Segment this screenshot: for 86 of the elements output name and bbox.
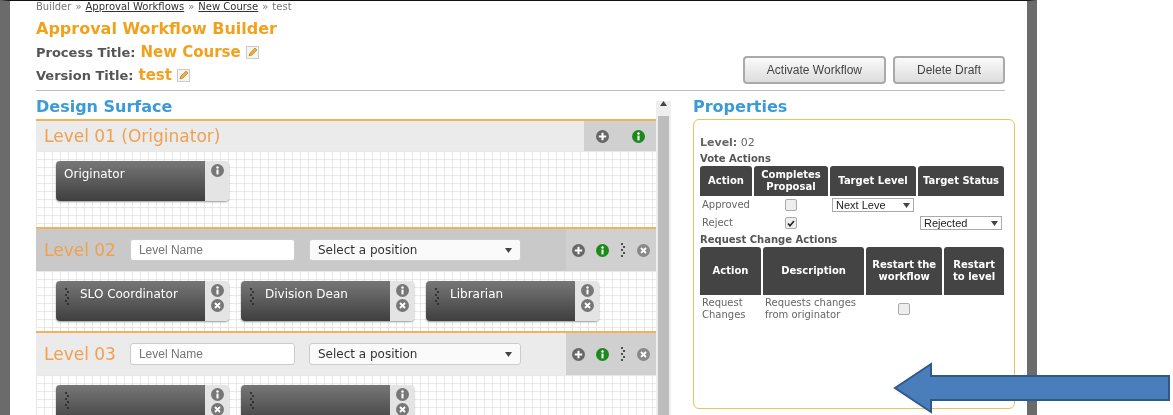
process-title-label: Process Title: [36,44,136,60]
caret-icon [991,220,998,226]
toolbar-button[interactable]: Delete Draft [892,56,1005,84]
page-title: Approval Workflow Builder [36,19,278,38]
action-cell-text: Reject [701,216,734,230]
level-title: Level 02 [44,240,116,260]
level-header[interactable]: Level 02 Level Name Select a position [36,229,656,271]
level-info: Level: 02 [700,136,756,149]
breadcrumb-text: test [272,1,292,13]
drag-handle-icon[interactable] [620,242,627,258]
breadcrumb-link[interactable]: Approval Workflows [85,1,185,13]
column-header: Action [700,247,762,295]
target-status-dropdown[interactable]: Rejected [920,216,1002,230]
close-icon[interactable] [395,299,409,312]
level-title: Level 03 [44,344,116,364]
add-icon[interactable] [571,347,585,361]
properties-heading: Properties [693,97,789,116]
drag-handle-icon[interactable] [620,346,627,362]
drag-handle-icon[interactable] [64,287,70,307]
section-title: Vote Actions [700,153,772,164]
column-header: Completes Proposal [753,166,828,196]
info-icon[interactable] [580,284,594,297]
action-cell-text: Request Changes [701,296,747,322]
level-name-field[interactable]: Level Name [129,343,295,365]
position-card[interactable] [56,385,229,415]
scroll-up-icon [660,101,667,106]
description-cell-text: Requests changes from originator [764,296,858,322]
caret-icon [504,351,512,357]
position-name: Librarian [450,287,504,301]
close-icon[interactable] [637,243,651,257]
drag-handle-icon[interactable] [64,391,70,411]
process-title-value: New Course [140,43,241,61]
checkbox[interactable] [785,199,797,211]
position-name: SLO Coordinator [80,287,178,301]
info-icon[interactable] [595,347,609,361]
info-icon[interactable] [210,164,224,177]
toolbar-button[interactable]: Activate Workflow [742,56,886,84]
caret-icon [903,202,910,208]
column-header: Restart to level [944,247,1004,295]
drag-handle-icon[interactable] [249,287,255,307]
close-icon[interactable] [580,299,594,312]
checkbox[interactable] [898,303,911,315]
check-icon [787,219,795,227]
column-header: Action [700,166,752,196]
position-select[interactable]: Select a position [308,239,521,261]
info-icon[interactable] [210,284,224,297]
drag-handle-icon[interactable] [434,287,440,307]
target-level-dropdown[interactable]: Next Leve [832,198,914,212]
column-header: Description [763,247,865,295]
checkbox[interactable] [785,217,797,229]
pencil-icon[interactable] [245,45,259,59]
info-icon[interactable] [395,388,409,401]
position-name: Division Dean [265,287,348,301]
breadcrumb-separator: » [75,1,82,13]
close-icon[interactable] [210,299,224,312]
scrollbar[interactable] [656,101,671,415]
version-title-label: Version Title: [36,67,134,83]
info-icon[interactable] [395,284,409,297]
breadcrumb-separator: » [262,1,269,13]
column-header: Target Level [830,166,916,196]
position-select[interactable]: Select a position [308,343,521,365]
add-icon[interactable] [571,243,585,257]
info-icon[interactable] [595,243,609,257]
close-icon[interactable] [210,403,224,415]
position-name: Originator [64,167,125,181]
level-title: Level 01 (Originator) [44,126,222,146]
action-cell-text: Approved [701,198,751,212]
column-header: Target Status [918,166,1004,196]
info-icon[interactable] [631,129,645,143]
breadcrumb-text: Builder [36,1,72,13]
breadcrumb-separator: » [188,1,195,13]
close-icon[interactable] [395,403,409,415]
add-icon[interactable] [595,129,609,143]
info-icon[interactable] [210,388,224,401]
section-title: Request Change Actions [700,234,839,245]
level-header[interactable]: Level 03 Level Name Select a position [36,333,656,375]
level-name-field[interactable]: Level Name [129,239,295,261]
pencil-icon[interactable] [176,68,190,82]
close-icon[interactable] [637,347,651,361]
drag-handle-icon[interactable] [249,391,255,411]
caret-icon [504,247,512,253]
column-header: Restart the workflow [866,247,943,295]
position-card[interactable] [241,385,414,415]
breadcrumb-link[interactable]: New Course [198,1,259,13]
version-title-value: test [138,66,172,84]
design-surface-heading: Design Surface [36,97,174,116]
